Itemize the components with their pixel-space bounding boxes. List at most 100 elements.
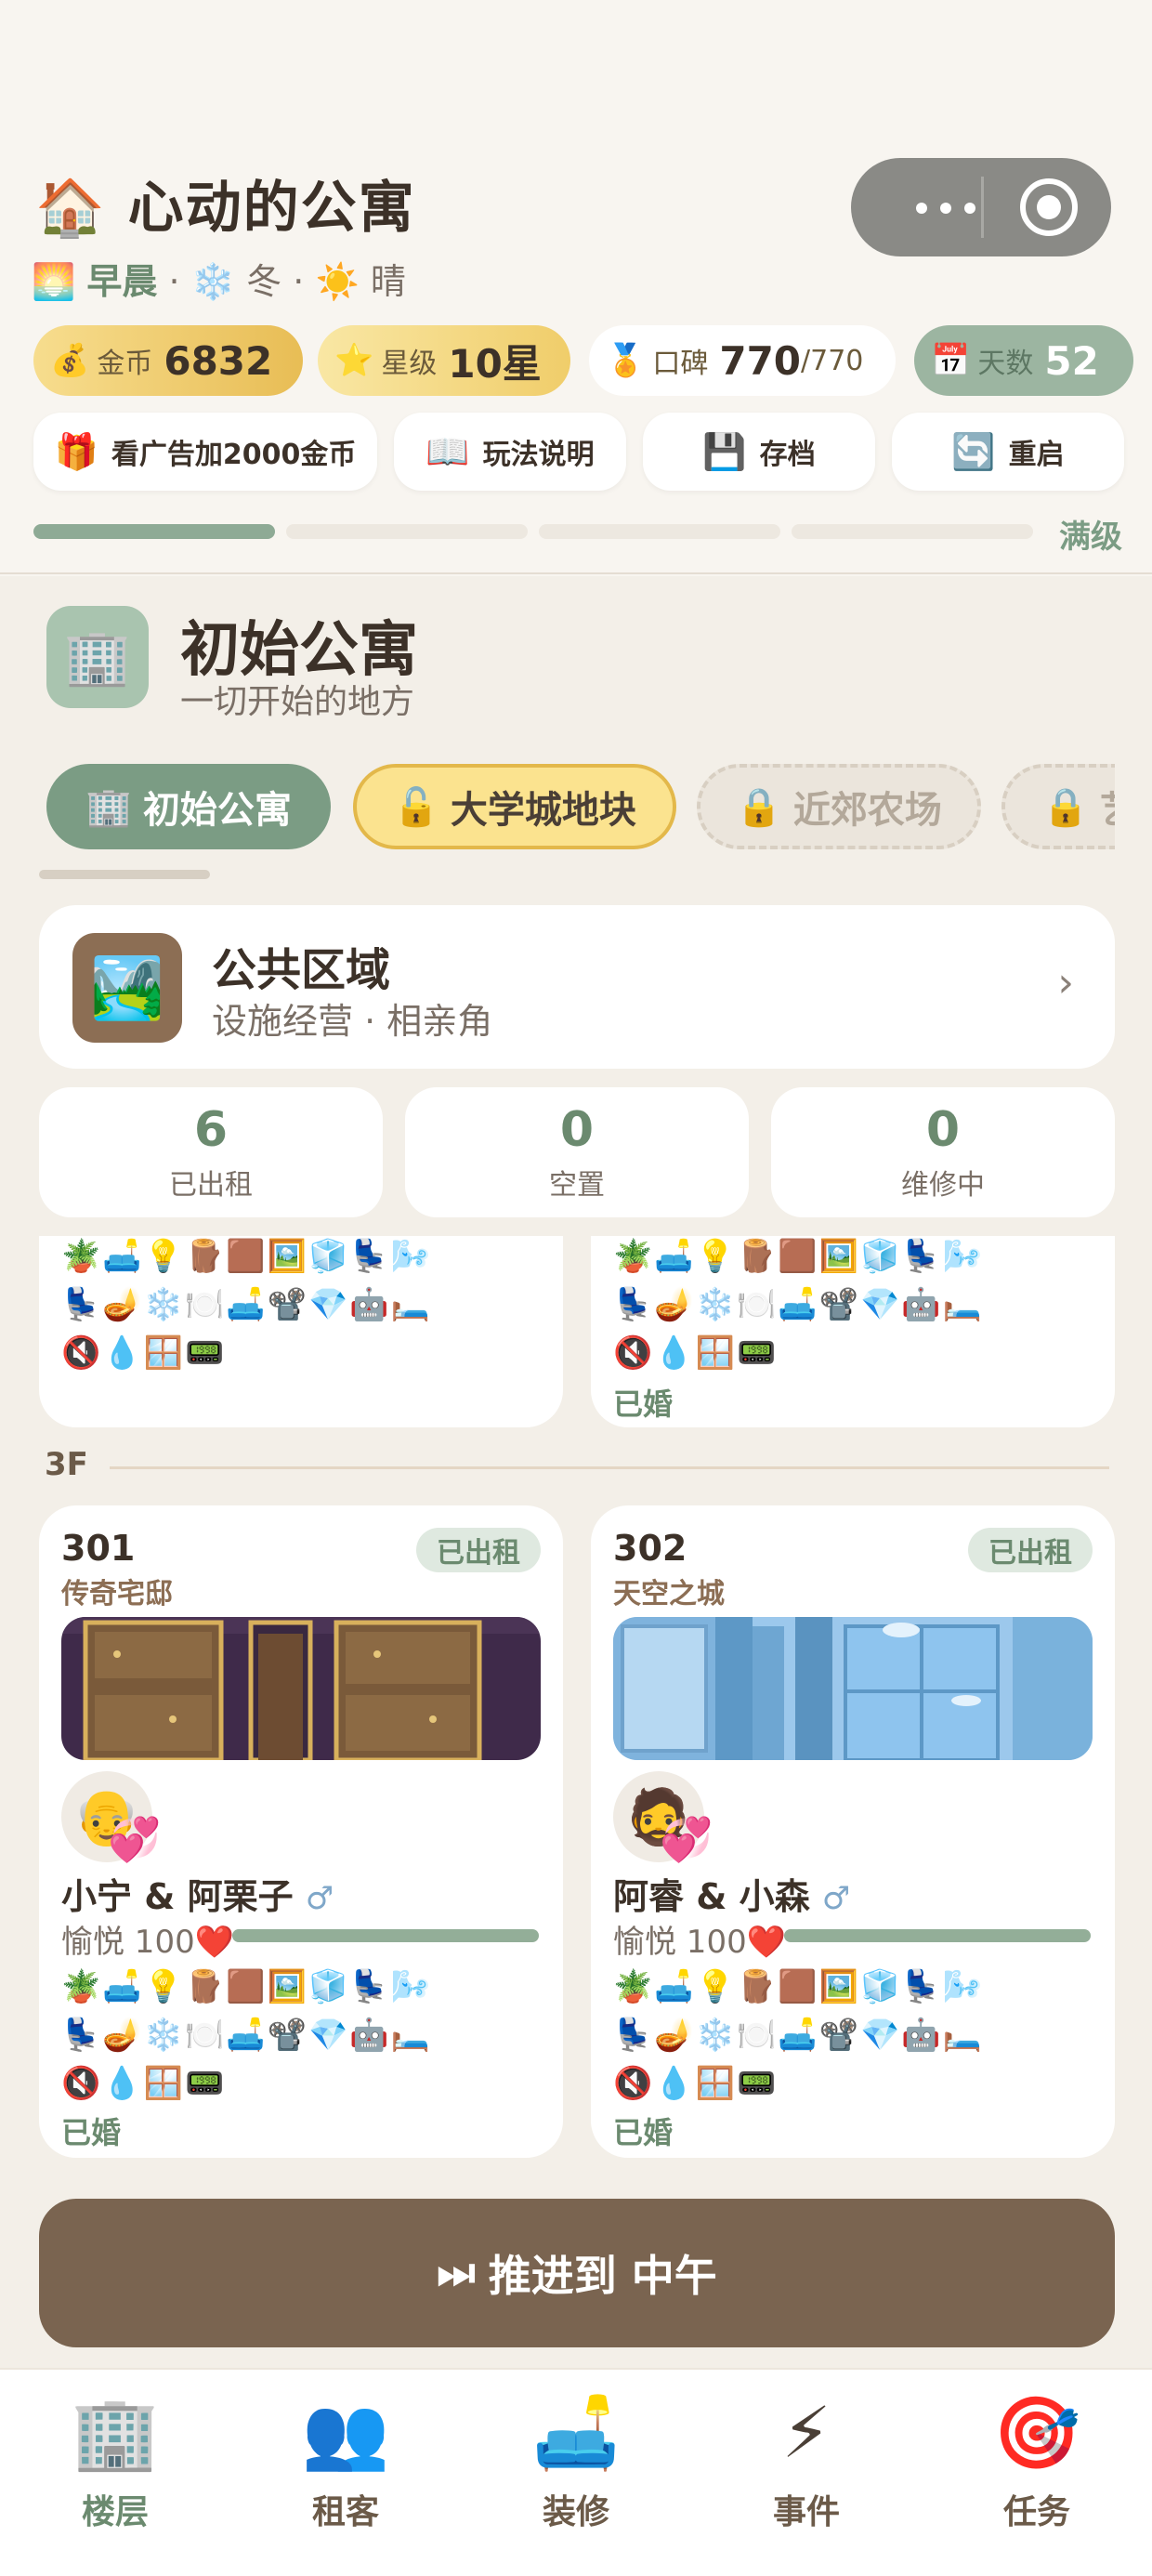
upper-cards-clip: 🪴🛋️💡🪵🟫🖼️🧊💺🌬️ 💺🪔❄️🍽️🛋️📽️💎🤖🛏️ 🔇💧🪟📟 🪴🛋️💡🪵🟫🖼… <box>0 1236 1152 1427</box>
restart-button[interactable]: 🔄 重启 <box>892 413 1124 491</box>
app-title-text: 心动的公寓 <box>127 176 416 241</box>
status-line: 🌅 早晨 · ❄️ 冬 · ☀️ 晴 <box>32 253 406 304</box>
reputation-max: /770 <box>801 344 864 377</box>
room-number: 301 <box>61 1528 136 1569</box>
tab-label: 近郊农场 <box>792 789 942 832</box>
status-badge: 已出租 <box>416 1528 541 1572</box>
nav-label: 事件 <box>772 2493 840 2531</box>
help-label: 玩法说明 <box>482 439 595 471</box>
tab-locked-partial[interactable]: 🔒 艺 <box>1001 764 1115 849</box>
count-label: 维修中 <box>901 1169 985 1202</box>
hearts-icon: 💞 <box>660 1814 713 1864</box>
tenant-couple: 阿睿 & 小森 ♂ <box>613 1868 850 1919</box>
building-icon: 🏢 <box>46 606 149 708</box>
couple-names: 小宁 & 阿栗子 <box>61 1876 294 1917</box>
advance-label: 推进到 中午 <box>488 2251 717 2301</box>
season: 冬 <box>246 261 282 302</box>
tab-initial-apartment[interactable]: 🏢 初始公寓 <box>46 764 331 849</box>
refresh-icon: 🔄 <box>951 430 996 472</box>
house-icon: 🏠 <box>35 176 107 241</box>
floor-label: 3F <box>45 1446 88 1483</box>
mini-program-capsule[interactable] <box>851 158 1111 256</box>
star-label: 星级 <box>381 348 438 380</box>
tab-university-town[interactable]: 🔓 大学城地块 <box>353 764 676 849</box>
help-button[interactable]: 📖 玩法说明 <box>394 413 626 491</box>
reputation-label: 口碑 <box>652 348 709 380</box>
count-value: 0 <box>925 1102 961 1158</box>
tenant-couple: 小宁 & 阿栗子 ♂ <box>61 1868 334 1919</box>
max-level-label: 满级 <box>1059 519 1122 556</box>
lock-icon: 🔒 <box>1042 785 1089 829</box>
advance-time-button[interactable]: ⏭ 推进到 中午 <box>39 2199 1115 2347</box>
sofa-icon: 🛋️ <box>531 2391 621 2474</box>
star-stat: ⭐ 星级 10星 <box>318 325 570 396</box>
sun-icon: ☀️ <box>315 261 360 302</box>
male-icon: ♂ <box>821 1880 851 1917</box>
facility-icons-row: 💺🪔❄️🍽️🛋️📽️💎🤖🛏️ <box>61 2017 433 2054</box>
level-progress-segment <box>286 524 528 539</box>
app-title: 🏠 心动的公寓 <box>35 163 416 243</box>
floor-divider <box>110 1466 1109 1469</box>
tab-label: 艺 <box>1100 780 1115 834</box>
tab-strip[interactable]: 🏢 初始公寓 🔓 大学城地块 🔒 近郊农场 🔒 艺 <box>0 743 1115 874</box>
separator: · <box>293 261 305 302</box>
nav-label: 装修 <box>542 2493 609 2531</box>
couple-names: 阿睿 & 小森 <box>613 1876 810 1917</box>
nav-label: 楼层 <box>81 2493 149 2531</box>
room-card-301[interactable]: 301 传奇宅邸 已出租 👴 💞 小宁 & 阿栗子 ♂ 愉悦 100❤️ 🪴🛋️… <box>39 1505 563 2158</box>
status-badge: 已出租 <box>968 1528 1093 1572</box>
floppy-icon: 💾 <box>702 430 747 472</box>
room-name: 天空之城 <box>613 1578 725 1610</box>
weather: 晴 <box>370 261 406 302</box>
room-card[interactable]: 🪴🛋️💡🪵🟫🖼️🧊💺🌬️ 💺🪔❄️🍽️🛋️📽️💎🤖🛏️ 🔇💧🪟📟 已婚 <box>591 1236 1115 1427</box>
level-progress-segment <box>539 524 780 539</box>
nav-label: 任务 <box>1002 2493 1070 2531</box>
unlock-icon: 🔓 <box>393 785 439 829</box>
close-circle-icon[interactable] <box>1020 178 1078 236</box>
heart-icon: ❤️ <box>194 1924 235 1961</box>
room-scene-image <box>61 1617 541 1760</box>
heart-icon: ❤️ <box>746 1924 787 1961</box>
room-card-302[interactable]: 302 天空之城 已出租 🧔 💞 阿睿 & 小森 ♂ 愉悦 100❤️ 🪴🛋️💡… <box>591 1505 1115 2158</box>
landscape-icon: 🏞️ <box>72 933 182 1043</box>
married-status: 已婚 <box>613 2115 674 2150</box>
married-status: 已婚 <box>613 1387 674 1422</box>
apartment-desc: 一切开始的地方 <box>180 683 415 721</box>
bottom-nav: 🏢 楼层 👥 租客 🛋️ 装修 ⚡ 事件 🎯 任务 <box>0 2368 1152 2576</box>
lightning-icon: ⚡ <box>781 2391 831 2474</box>
nav-decorate[interactable]: 🛋️ 装修 <box>461 2386 691 2533</box>
save-label: 存档 <box>759 439 816 471</box>
public-area-card[interactable]: 🏞️ 公共区域 设施经营 · 相亲角 › <box>39 905 1115 1069</box>
time-of-day: 早晨 <box>86 261 158 302</box>
nav-tenants[interactable]: 👥 租客 <box>230 2386 461 2533</box>
more-icon[interactable] <box>916 203 975 214</box>
public-area-subtitle: 设施经营 · 相亲角 <box>212 1001 493 1042</box>
room-card[interactable]: 🪴🛋️💡🪵🟫🖼️🧊💺🌬️ 💺🪔❄️🍽️🛋️📽️💎🤖🛏️ 🔇💧🪟📟 <box>39 1236 563 1427</box>
calendar-icon: 📅 <box>931 342 971 379</box>
mood-bar <box>232 1929 539 1942</box>
capsule-divider <box>981 177 984 238</box>
facility-icons-row: 💺🪔❄️🍽️🛋️📽️💎🤖🛏️ <box>613 1286 985 1323</box>
building-icon: 🏢 <box>85 785 132 829</box>
room-number: 302 <box>613 1528 687 1569</box>
gift-icon: 🎁 <box>54 430 98 472</box>
gold-value: 6832 <box>164 337 273 384</box>
mood-bar <box>784 1929 1091 1942</box>
save-button[interactable]: 💾 存档 <box>643 413 875 491</box>
days-value: 52 <box>1044 337 1099 384</box>
nav-floors[interactable]: 🏢 楼层 <box>0 2386 230 2533</box>
facility-icons-row: 🔇💧🪟📟 <box>61 1334 227 1372</box>
restart-label: 重启 <box>1008 439 1065 471</box>
nav-events[interactable]: ⚡ 事件 <box>691 2386 922 2533</box>
room-name: 传奇宅邸 <box>61 1578 173 1610</box>
separator: · <box>168 261 180 302</box>
hearts-icon: 💞 <box>108 1814 162 1864</box>
days-label: 天数 <box>977 348 1034 380</box>
tab-label: 初始公寓 <box>142 789 292 832</box>
nav-tasks[interactable]: 🎯 任务 <box>922 2386 1152 2533</box>
watch-ad-button[interactable]: 🎁 看广告加2000金币 <box>33 413 377 491</box>
count-label: 已出租 <box>169 1169 253 1202</box>
level-progress-segment <box>33 524 275 539</box>
tab-suburban-farm[interactable]: 🔒 近郊农场 <box>697 764 981 849</box>
mood: 愉悦 100❤️ <box>613 1916 786 1962</box>
